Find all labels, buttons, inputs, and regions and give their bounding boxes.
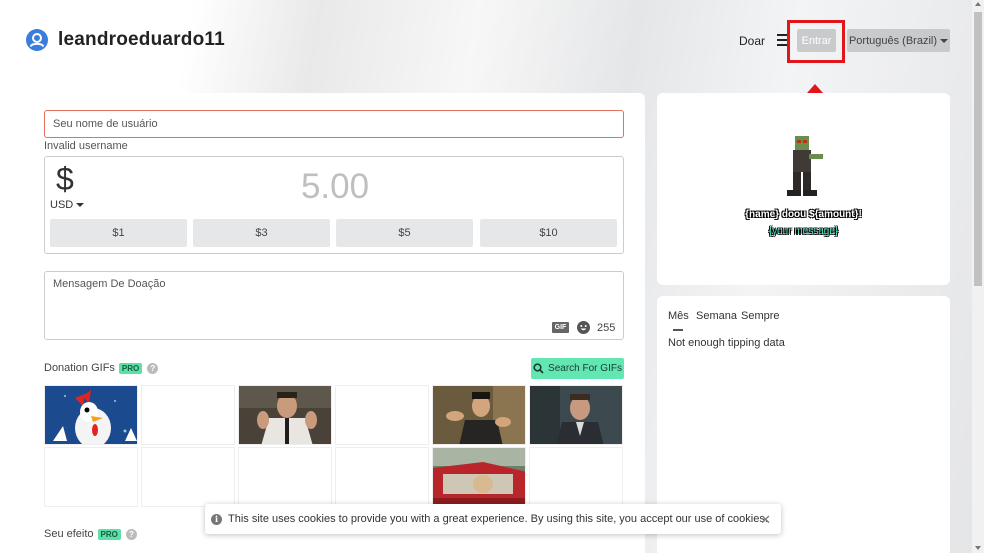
language-dropdown[interactable]: Português (Brazil) — [847, 29, 950, 52]
scrollbar-thumb[interactable] — [974, 12, 982, 286]
preset-3-button[interactable]: $3 — [193, 219, 330, 247]
cookie-text: This site uses cookies to provide you wi… — [228, 513, 768, 525]
chevron-down-icon — [940, 38, 949, 43]
donation-gifs-label: Donation GIFs PRO ? — [44, 362, 159, 374]
preset-1-button[interactable]: $1 — [50, 219, 187, 247]
gif-thumbnail[interactable] — [238, 447, 332, 507]
search-gifs-label: Search For GIFs — [548, 363, 622, 374]
gif-thumbnail[interactable] — [44, 447, 138, 507]
page-title: leandroeduardo11 — [58, 29, 225, 50]
tab-semana[interactable]: Semana — [696, 310, 737, 322]
currency-symbol: $ — [56, 161, 74, 197]
gif-thumbnail[interactable] — [432, 385, 526, 445]
chicken-gif-image — [45, 386, 137, 444]
gif-thumbnail[interactable] — [335, 447, 429, 507]
donation-gifs-title: Donation GIFs — [44, 362, 115, 374]
language-label: Português (Brazil) — [848, 34, 938, 47]
no-data-text: Not enough tipping data — [668, 337, 785, 349]
close-icon[interactable]: ✕ — [760, 512, 771, 528]
pro-badge: PRO — [118, 362, 143, 374]
gif-thumbnail[interactable] — [432, 447, 526, 507]
user-icon — [26, 29, 48, 51]
scroll-down-icon[interactable] — [975, 546, 981, 550]
preset-5-button[interactable]: $5 — [336, 219, 473, 247]
invalid-username-label: Invalid username — [44, 140, 128, 152]
annotation-highlight-box — [787, 20, 845, 63]
nav-doar-link[interactable]: Doar — [739, 34, 765, 48]
gif-icon[interactable]: GIF — [552, 322, 569, 333]
hands-gesture-gif-image — [433, 386, 525, 444]
help-icon[interactable]: ? — [125, 528, 137, 540]
gif-thumbnail[interactable] — [335, 385, 429, 445]
seu-efeito-title: Seu efeito — [44, 528, 94, 540]
zombie-character-image — [787, 136, 823, 196]
gif-thumbnail[interactable] — [529, 385, 623, 445]
char-count: 255 — [597, 322, 616, 334]
cookie-banner: i This site uses cookies to provide you … — [205, 504, 781, 534]
search-icon — [533, 363, 544, 374]
amount-input[interactable]: 5.00 — [290, 167, 380, 207]
gif-thumbnail[interactable] — [44, 385, 138, 445]
gif-thumbnail[interactable] — [141, 385, 235, 445]
chevron-down-icon — [76, 203, 85, 207]
pro-badge: PRO — [97, 528, 121, 540]
username-placeholder: Seu nome de usuário — [53, 118, 158, 130]
seu-efeito-label: Seu efeito PRO ? — [44, 528, 137, 540]
search-gifs-button[interactable]: Search For GIFs — [531, 358, 624, 379]
alert-message: {your message} — [768, 226, 839, 237]
gif-thumbnail[interactable] — [141, 447, 235, 507]
car-gif-image — [433, 448, 525, 506]
currency-dropdown[interactable]: USD — [50, 199, 85, 211]
info-icon: i — [211, 513, 222, 525]
tab-mes[interactable]: Mês — [668, 310, 689, 322]
currency-code: USD — [50, 199, 74, 211]
gif-thumbnail[interactable] — [529, 447, 623, 507]
active-tab-indicator — [673, 329, 683, 331]
excited-man-gif-image — [239, 386, 331, 444]
emoji-icon[interactable] — [577, 321, 590, 334]
alert-text: {name} doou ${amount}! — [745, 209, 862, 220]
preset-10-button[interactable]: $10 — [480, 219, 617, 247]
username-input[interactable]: Seu nome de usuário — [44, 110, 624, 138]
office-man-gif-image — [530, 386, 622, 444]
gif-thumbnail[interactable] — [238, 385, 332, 445]
help-icon[interactable]: ? — [147, 362, 159, 374]
message-placeholder: Mensagem De Doação — [53, 278, 166, 290]
scroll-up-icon[interactable] — [975, 2, 981, 6]
tab-sempre[interactable]: Sempre — [741, 310, 780, 322]
header: leandroeduardo11 Doar Entrar Português (… — [0, 0, 972, 80]
